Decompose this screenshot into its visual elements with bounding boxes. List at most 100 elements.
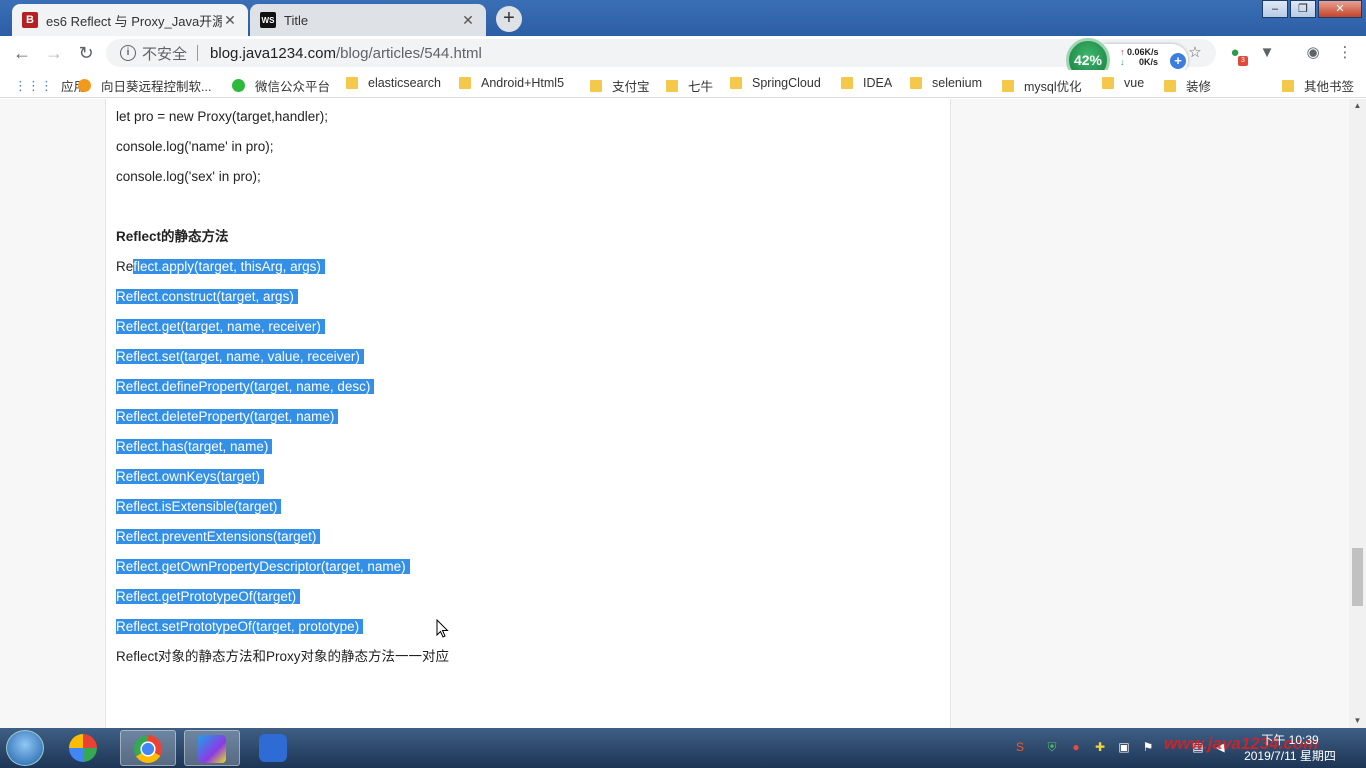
- bookmark-other[interactable]: 其他书签: [1282, 76, 1354, 95]
- close-window-button[interactable]: ✕: [1318, 0, 1362, 18]
- shield-icon[interactable]: ⛨: [1044, 740, 1060, 756]
- info-icon[interactable]: i: [120, 45, 136, 61]
- input-method-icon[interactable]: S: [1012, 740, 1028, 756]
- address-bar[interactable]: i 不安全 blog.java1234.com/blog/articles/54…: [106, 39, 1216, 67]
- bookmark-folder[interactable]: IDEA: [841, 76, 892, 90]
- bookmark-folder[interactable]: 装修: [1164, 76, 1211, 95]
- bookmarks-bar: ⋮⋮⋮ 应用 向日葵远程控制软... 微信公众平台 elasticsearch A…: [0, 70, 1366, 98]
- windows-taskbar: S ⛨ ● ✚ ▣ ⚑ ▤ ◀ www.java1234.com 下午 10:3…: [0, 728, 1366, 768]
- section-heading: Reflect的静态方法: [116, 229, 229, 244]
- webstorm-favicon-icon: WS: [260, 12, 276, 28]
- tab-title: es6 Reflect 与 Proxy_Java开源博客: [46, 13, 222, 29]
- scroll-up-icon[interactable]: ▲: [1349, 99, 1366, 113]
- folder-icon: [1002, 79, 1014, 92]
- selected-text: Reflect.get(target, name, receiver): [116, 319, 325, 334]
- security-label: 不安全: [142, 45, 188, 63]
- selected-text: Reflect.deleteProperty(target, name): [116, 409, 339, 424]
- bookmark-wechat[interactable]: 微信公众平台: [232, 76, 330, 95]
- tab-title: Title: [284, 12, 309, 28]
- bookmark-folder[interactable]: Android+Html5: [459, 76, 564, 90]
- reload-icon[interactable]: ↻: [74, 41, 98, 65]
- tab-strip: B es6 Reflect 与 Proxy_Java开源博客 ✕ WS Titl…: [0, 0, 1366, 36]
- close-icon[interactable]: ✕: [222, 12, 238, 29]
- bookmark-folder[interactable]: 七牛: [666, 76, 713, 95]
- start-button[interactable]: [6, 730, 44, 766]
- bookmark-label: Android+Html5: [481, 76, 565, 90]
- taskbar-app-chrome[interactable]: [120, 730, 176, 766]
- back-arrow-icon[interactable]: ←: [10, 41, 34, 65]
- scroll-down-icon[interactable]: ▼: [1349, 714, 1366, 728]
- code-line: console.log('sex' in pro);: [116, 169, 261, 184]
- webstorm-icon: [198, 735, 226, 763]
- blog-favicon-icon: B: [22, 12, 38, 28]
- bookmark-label: elasticsearch: [368, 76, 441, 90]
- action-center-icon[interactable]: ⚑: [1140, 740, 1156, 756]
- sunlogin-icon: [78, 79, 91, 92]
- bookmark-label: 支付宝: [612, 80, 650, 94]
- usb-icon[interactable]: ▣: [1116, 740, 1132, 756]
- folder-icon: [841, 77, 853, 89]
- tab-article[interactable]: B es6 Reflect 与 Proxy_Java开源博客 ✕: [12, 4, 248, 36]
- taskbar-app-wps[interactable]: [246, 730, 302, 766]
- method-line: Reflect.defineProperty(target, name, des…: [116, 378, 375, 396]
- bookmark-sunlogin[interactable]: 向日葵远程控制软...: [78, 76, 211, 95]
- maximize-button[interactable]: ❐: [1290, 0, 1316, 18]
- method-line: Reflect.isExtensible(target): [116, 498, 282, 516]
- scrollbar-thumb[interactable]: [1352, 548, 1363, 606]
- method-line: Reflect.get(target, name, receiver): [116, 318, 325, 336]
- method-line: Reflect.set(target, name, value, receive…: [116, 348, 364, 366]
- antivirus-icon[interactable]: ●: [1068, 740, 1084, 756]
- selected-text: Reflect.getPrototypeOf(target): [116, 589, 301, 604]
- bookmark-folder[interactable]: vue: [1102, 76, 1144, 90]
- plus-security-icon[interactable]: ✚: [1092, 740, 1108, 756]
- bookmark-label: vue: [1124, 76, 1145, 90]
- bookmark-folder[interactable]: selenium: [910, 76, 982, 90]
- forward-arrow-icon[interactable]: →: [42, 41, 66, 65]
- clock-date: 2019/7/11 星期四: [1244, 749, 1336, 763]
- mouse-cursor-icon: [436, 619, 449, 638]
- selected-text: Reflect.preventExtensions(target): [116, 529, 321, 544]
- bookmark-folder[interactable]: 支付宝: [590, 76, 650, 95]
- method-line: Reflect.apply(target, thisArg, args): [116, 258, 325, 276]
- taskbar-app[interactable]: [56, 730, 112, 766]
- divider: [197, 45, 199, 61]
- article-body: let pro = new Proxy(target,handler); con…: [105, 99, 951, 728]
- vuejs-devtools-icon[interactable]: ▼: [1258, 44, 1276, 62]
- bookmark-label: 其他书签: [1304, 80, 1355, 94]
- method-line: Reflect.getPrototypeOf(target): [116, 588, 301, 606]
- summary-text: Reflect对象的静态方法和Proxy对象的静态方法一一对应: [116, 649, 450, 664]
- method-line: Reflect.has(target, name): [116, 438, 273, 456]
- code-line: console.log('name' in pro);: [116, 139, 274, 154]
- code-line: let pro = new Proxy(target,handler);: [116, 109, 328, 124]
- close-icon[interactable]: ✕: [460, 12, 476, 29]
- menu-icon[interactable]: ⋮: [1336, 44, 1354, 62]
- folder-icon: [666, 79, 678, 92]
- profile-icon[interactable]: ◉: [1304, 44, 1322, 62]
- url-text: blog.java1234.com/blog/articles/544.html: [210, 45, 482, 62]
- method-line: Reflect.getOwnPropertyDescriptor(target,…: [116, 558, 410, 576]
- upload-speed: 0.06K/s: [1127, 47, 1159, 57]
- bookmark-folder[interactable]: SpringCloud: [730, 76, 821, 90]
- folder-icon: [1164, 79, 1176, 92]
- bookmark-apps[interactable]: ⋮⋮⋮ 应用: [14, 76, 86, 95]
- method-line: Reflect.deleteProperty(target, name): [116, 408, 339, 426]
- new-tab-button[interactable]: +: [496, 6, 522, 32]
- plus-icon[interactable]: +: [1170, 53, 1186, 69]
- system-clock[interactable]: 下午 10:39 2019/7/11 星期四: [1240, 732, 1340, 764]
- bookmark-folder[interactable]: elasticsearch: [346, 76, 441, 90]
- selected-text: Reflect.has(target, name): [116, 439, 273, 454]
- bookmark-label: SpringCloud: [752, 76, 821, 90]
- method-line: Reflect.preventExtensions(target): [116, 528, 321, 546]
- taskbar-app-webstorm[interactable]: [184, 730, 240, 766]
- selected-text: Reflect.set(target, name, value, receive…: [116, 349, 364, 364]
- folder-icon: [1102, 77, 1114, 89]
- tab-title-page[interactable]: WS Title ✕: [250, 4, 486, 36]
- apps-grid-icon: ⋮⋮⋮: [14, 77, 53, 93]
- bookmark-folder[interactable]: mysql优化: [1002, 76, 1082, 95]
- url-path: /blog/articles/544.html: [335, 44, 482, 62]
- photo-app-icon: [69, 734, 97, 762]
- method-line: Reflect.ownKeys(target): [116, 468, 265, 486]
- minimize-button[interactable]: –: [1262, 0, 1288, 18]
- vertical-scrollbar[interactable]: ▲ ▼: [1349, 99, 1366, 728]
- wechat-icon: [232, 79, 245, 92]
